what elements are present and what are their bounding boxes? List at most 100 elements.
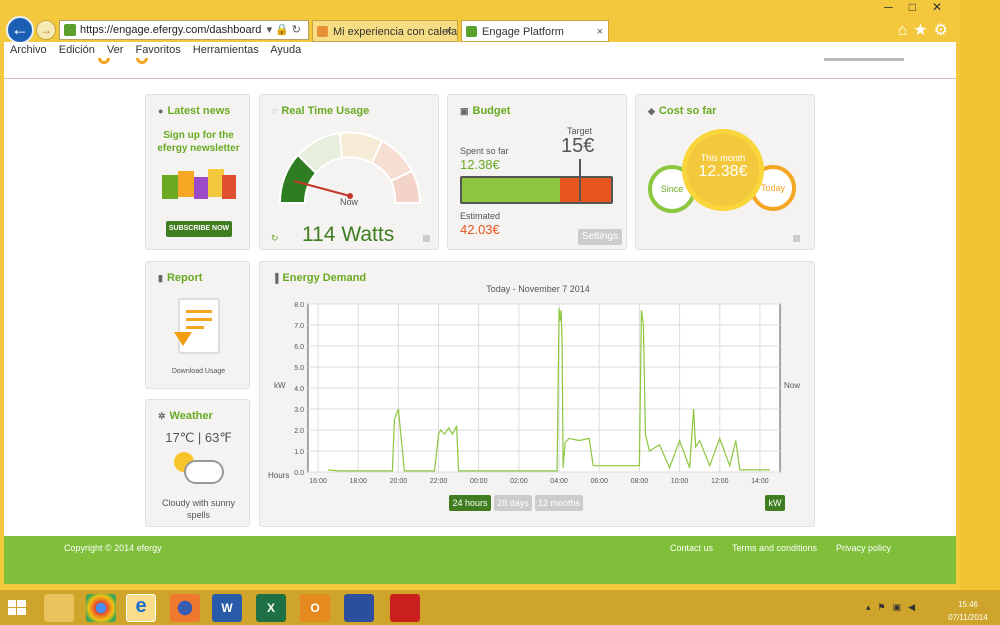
y-tick-label: 8.0 [294,302,304,309]
clock-date: 07/11/2014 [948,613,988,622]
chrome-icon[interactable] [86,594,116,622]
menu-edicion[interactable]: Edición [59,44,95,56]
terms-link[interactable]: Terms and conditions [732,543,817,553]
x-tick-label: 22:00 [430,478,448,485]
month-label: This month [700,153,746,163]
home-star-gear-icon[interactable]: ⌂★⚙ [898,20,954,40]
menu-bar: Archivo Edición Ver Favoritos Herramient… [4,42,956,58]
info-icon[interactable] [423,235,430,242]
calculator-icon: ▣ [460,106,469,116]
news-line1: Sign up for the [163,130,234,141]
forward-button[interactable]: → [36,20,56,40]
cost-title: Cost so far [658,105,717,117]
range-28-days-button[interactable]: 28 days [494,495,532,511]
privacy-link[interactable]: Privacy policy [836,543,891,553]
cost-so-far-card: ◆ Cost so far Since Today This month 12.3… [635,94,815,250]
download-caption[interactable]: Download Usage [146,368,251,375]
document-icon: ▮ [158,273,163,283]
x-tick-label: 12:00 [711,478,729,485]
acrobat-icon[interactable] [390,594,420,622]
report-title: Report [166,272,203,284]
tray-icons[interactable]: ▴⚑▣◀ [866,602,922,613]
y-tick-label: 6.0 [294,344,304,351]
x-tick-label: 18:00 [349,478,367,485]
y-tick-label: 4.0 [294,386,304,393]
blog-favicon-icon [317,26,328,37]
piggy-bank-icon: ◆ [648,106,655,116]
now-label: Now [784,381,800,390]
url-text: https://engage.efergy.com/dashboard [80,24,262,36]
site-favicon-icon [64,24,76,36]
windows-start-icon[interactable] [8,600,26,616]
gauge-now-label: Now [340,197,359,207]
range-12-months-button[interactable]: 12 months [535,495,583,511]
unit-kw-button[interactable]: kW [765,495,785,511]
realtime-title: Real Time Usage [281,105,370,117]
x-tick-label: 06:00 [590,478,608,485]
page-content: ● Latest news Sign up for the efergy newsl… [4,58,956,584]
menu-archivo[interactable]: Archivo [10,44,47,56]
x-tick-label: 10:00 [671,478,689,485]
spent-label: Spent so far [460,146,509,156]
lock-refresh-icon[interactable]: ▾🔒↻ [267,21,304,39]
address-bar[interactable]: https://engage.efergy.com/dashboard ▾🔒↻ [59,20,309,40]
y-axis-label: kW [274,381,286,390]
loading-icon: ↻ [271,233,279,243]
system-clock[interactable]: 15:46 07/11/2014 [942,598,994,624]
window-controls[interactable]: ─□✕ [884,0,958,14]
info-icon[interactable] [793,235,800,242]
since-label: Since [660,184,684,194]
save-disk-icon[interactable] [344,594,374,622]
close-tab-icon[interactable]: × [597,21,603,41]
menu-favoritos[interactable]: Favoritos [135,44,180,56]
tab-label: Mi experiencia con calefacción... [333,26,458,38]
excel-icon[interactable]: X [256,594,286,622]
tab-mi-experiencia[interactable]: Mi experiencia con calefacción...× [312,20,458,42]
card-title: ✲ Weather [158,410,213,422]
y-tick-label: 5.0 [294,365,304,372]
budget-title: Budget [472,105,511,117]
card-title: ▮ Report [158,272,202,284]
taskbar: e W X O ▴⚑▣◀ 15:46 07/11/2014 [0,590,1000,625]
range-24-hours-button[interactable]: 24 hours [449,495,491,511]
footer: Copyright © 2014 efergy Contact us Terms… [4,536,956,584]
weather-title: Weather [169,410,213,422]
energy-demand-card: ▐ Energy Demand Today - November 7 2014 0.… [259,261,815,527]
file-explorer-icon[interactable] [44,594,74,622]
firefox-icon[interactable] [170,594,200,622]
real-time-usage-card: ◌ Real Time Usage Now 114 Watts ↻ [259,94,439,250]
spent-value: 12.38€ [460,157,500,172]
tab-engage-platform[interactable]: Engage Platform × [461,20,609,42]
contact-link[interactable]: Contact us [670,543,713,553]
target-marker [579,159,581,201]
internet-explorer-icon[interactable]: e [126,594,156,622]
outlook-icon[interactable]: O [300,594,330,622]
menu-ayuda[interactable]: Ayuda [270,44,301,56]
y-tick-label: 3.0 [294,407,304,414]
y-tick-label: 7.0 [294,323,304,330]
today-label: Today [760,183,786,193]
estimated-label: Estimated [460,211,501,221]
weather-desc-line2: spells [186,510,210,520]
y-tick-label: 2.0 [294,428,304,435]
weather-card: ✲ Weather 17℃ | 63℉ Cloudy with sunny spel… [145,399,250,527]
download-report-icon[interactable] [174,298,220,354]
menu-herramientas[interactable]: Herramientas [193,44,259,56]
card-title: ◌ Real Time Usage [272,105,369,117]
x-axis-label: Hours [268,471,289,480]
header-link[interactable] [824,58,904,61]
energy-chart: Today - November 7 2014 0.0 1.0 2.0 3.0 4.0 5.… [268,284,800,485]
x-tick-label: 16:00 [309,478,327,485]
subscribe-button[interactable]: SUBSCRIBE NOW [166,221,232,237]
user-icon: ● [158,106,164,116]
settings-button[interactable]: Settings [578,229,622,245]
chart-title: Today - November 7 2014 [486,284,590,294]
this-month-bubble[interactable]: This month 12.38€ [682,129,764,211]
card-title: ▣ Budget [460,105,510,117]
back-button[interactable]: ← [6,16,34,44]
close-tab-icon[interactable]: × [446,21,452,41]
menu-ver[interactable]: Ver [107,44,124,56]
news-shopping-bags-icon [162,163,236,203]
budget-bar [460,176,613,204]
word-icon[interactable]: W [212,594,242,622]
